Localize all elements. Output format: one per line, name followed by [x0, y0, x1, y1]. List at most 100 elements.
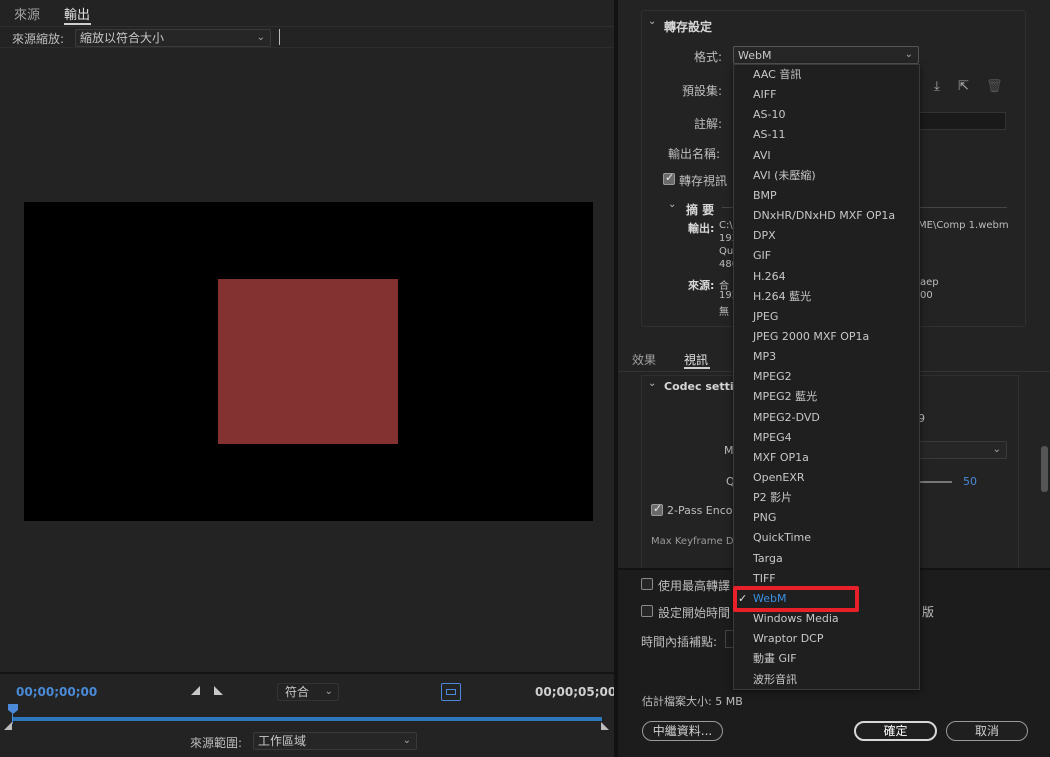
- tab-effects[interactable]: 效果: [632, 351, 656, 368]
- format-option[interactable]: Targa: [734, 549, 919, 569]
- aspect-ratio-correction-icon[interactable]: [441, 683, 461, 701]
- format-option[interactable]: MPEG2: [734, 367, 919, 387]
- max-render-label: 使用最高轉譯: [658, 579, 731, 593]
- format-option-label: JPEG 2000 MXF OP1a: [753, 330, 870, 343]
- format-option-label: AS-11: [753, 128, 786, 141]
- chevron-down-icon: ⌄: [904, 49, 913, 60]
- set-in-point-icon[interactable]: [191, 686, 200, 695]
- set-start-label: 設定開始時間: [658, 606, 731, 620]
- quality-slider-track[interactable]: [918, 481, 952, 483]
- import-preset-icon[interactable]: ⇱: [958, 79, 969, 94]
- delete-preset-icon[interactable]: 🗑: [986, 79, 1003, 94]
- format-option-label: DPX: [753, 229, 776, 242]
- set-start-checkbox[interactable]: [641, 605, 653, 617]
- format-option[interactable]: MPEG2-DVD: [734, 408, 919, 428]
- chevron-down-icon: ⌄: [324, 686, 333, 697]
- format-label: 格式:: [694, 50, 723, 64]
- codec-mode-dropdown[interactable]: ⌄: [915, 441, 1007, 459]
- tab-source[interactable]: 來源: [14, 4, 40, 23]
- codec-collapse-chevron-icon[interactable]: ⌄: [648, 378, 656, 389]
- format-option-label: OpenEXR: [753, 471, 805, 484]
- format-option[interactable]: Wraptor DCP: [734, 629, 919, 649]
- format-option[interactable]: H.264 藍光: [734, 287, 919, 307]
- format-option-label: H.264: [753, 270, 786, 283]
- format-option-label: MPEG2 藍光: [753, 390, 818, 403]
- comment-input[interactable]: [915, 112, 1006, 130]
- format-option[interactable]: PNG: [734, 508, 919, 528]
- quality-value[interactable]: 50: [963, 475, 977, 488]
- collapse-chevron-icon[interactable]: ⌄: [648, 16, 656, 27]
- format-option[interactable]: Windows Media: [734, 609, 919, 629]
- preset-label: 預設集:: [682, 84, 723, 98]
- fit-dropdown[interactable]: 符合 ⌄: [277, 683, 339, 701]
- source-range-label: 來源範圍:: [190, 736, 243, 750]
- format-option[interactable]: P2 影片: [734, 488, 919, 508]
- summary-output-line: C:\: [719, 220, 733, 231]
- format-option[interactable]: DNxHR/DNxHD MXF OP1a: [734, 206, 919, 226]
- source-scale-dropdown[interactable]: 縮放以符合大小 ⌄: [75, 29, 271, 47]
- format-option-label: MXF OP1a: [753, 451, 809, 464]
- format-option[interactable]: MPEG4: [734, 428, 919, 448]
- format-option[interactable]: JPEG 2000 MXF OP1a: [734, 327, 919, 347]
- summary-source-label: 來源:: [688, 279, 715, 292]
- metadata-button[interactable]: 中繼資料...: [642, 721, 723, 741]
- format-option[interactable]: AS-11: [734, 125, 919, 145]
- format-option-label: AVI (未壓縮): [753, 169, 816, 182]
- timecode-start[interactable]: 00;00;00;00: [16, 685, 97, 699]
- format-option[interactable]: OpenEXR: [734, 468, 919, 488]
- tab-output[interactable]: 輸出: [64, 4, 90, 23]
- export-video-checkbox[interactable]: [663, 171, 675, 185]
- source-scale-value: 縮放以符合大小: [80, 31, 165, 45]
- format-dropdown[interactable]: WebM ⌄: [733, 46, 919, 64]
- save-preset-icon[interactable]: ⤓: [934, 79, 940, 94]
- source-range-dropdown[interactable]: 工作區域 ⌄: [253, 732, 417, 750]
- summary-source-tail: aep: [920, 277, 939, 288]
- out-point-handle[interactable]: [601, 722, 609, 730]
- format-option[interactable]: QuickTime: [734, 528, 919, 548]
- timecode-end: 00;00;05;00: [535, 685, 617, 699]
- export-settings-title: 轉存設定: [664, 20, 713, 34]
- settings-scrollbar-thumb[interactable]: [1041, 446, 1048, 492]
- format-option[interactable]: JPEG: [734, 307, 919, 327]
- format-option[interactable]: DPX: [734, 226, 919, 246]
- chevron-down-icon: ⌄: [256, 32, 265, 43]
- format-option[interactable]: AAC 音訊: [734, 65, 919, 85]
- summary-chevron-icon[interactable]: ⌄: [668, 199, 676, 210]
- format-option-label: GIF: [753, 249, 772, 262]
- format-option-label: QuickTime: [753, 531, 812, 544]
- export-video-label: 轉存視訊: [679, 174, 728, 188]
- summary-output-path-tail: ME\Comp 1.webm: [918, 220, 1009, 231]
- format-option[interactable]: BMP: [734, 186, 919, 206]
- max-render-checkbox[interactable]: [641, 578, 653, 590]
- version-tail-label: 版: [922, 605, 935, 619]
- format-option-label: DNxHR/DNxHD MXF OP1a: [753, 209, 896, 222]
- ok-button[interactable]: 確定: [854, 721, 937, 741]
- summary-source-tail: 00: [920, 290, 933, 301]
- format-option[interactable]: GIF: [734, 246, 919, 266]
- set-out-point-icon[interactable]: [214, 686, 223, 695]
- timeline-track[interactable]: [12, 717, 602, 721]
- tab-video[interactable]: 視訊: [684, 351, 708, 368]
- format-option[interactable]: 動畫 GIF: [734, 649, 919, 669]
- cancel-button[interactable]: 取消: [946, 721, 1028, 741]
- source-scale-row: 來源縮放: 縮放以符合大小 ⌄: [0, 27, 614, 48]
- time-interpolation-label: 時間內插補點:: [641, 635, 718, 649]
- summary-title: 摘 要: [686, 203, 715, 217]
- playhead-line: [12, 714, 13, 724]
- format-option[interactable]: AVI: [734, 146, 919, 166]
- format-option[interactable]: MP3: [734, 347, 919, 367]
- format-option[interactable]: AIFF: [734, 85, 919, 105]
- two-pass-checkbox[interactable]: [651, 502, 663, 516]
- summary-output-line: Qu: [719, 246, 734, 257]
- format-option[interactable]: AS-10: [734, 105, 919, 125]
- in-point-handle[interactable]: [4, 722, 12, 730]
- format-option[interactable]: MPEG2 藍光: [734, 387, 919, 407]
- two-pass-label: 2-Pass Encodi: [667, 504, 743, 517]
- format-option[interactable]: H.264: [734, 267, 919, 287]
- format-option-label: PNG: [753, 511, 777, 524]
- format-option[interactable]: AVI (未壓縮): [734, 166, 919, 186]
- format-option[interactable]: MXF OP1a: [734, 448, 919, 468]
- format-option[interactable]: 波形音訊: [734, 670, 919, 690]
- comment-label: 註解:: [694, 117, 723, 131]
- estimated-file-size: 估計檔案大小: 5 MB: [642, 695, 743, 708]
